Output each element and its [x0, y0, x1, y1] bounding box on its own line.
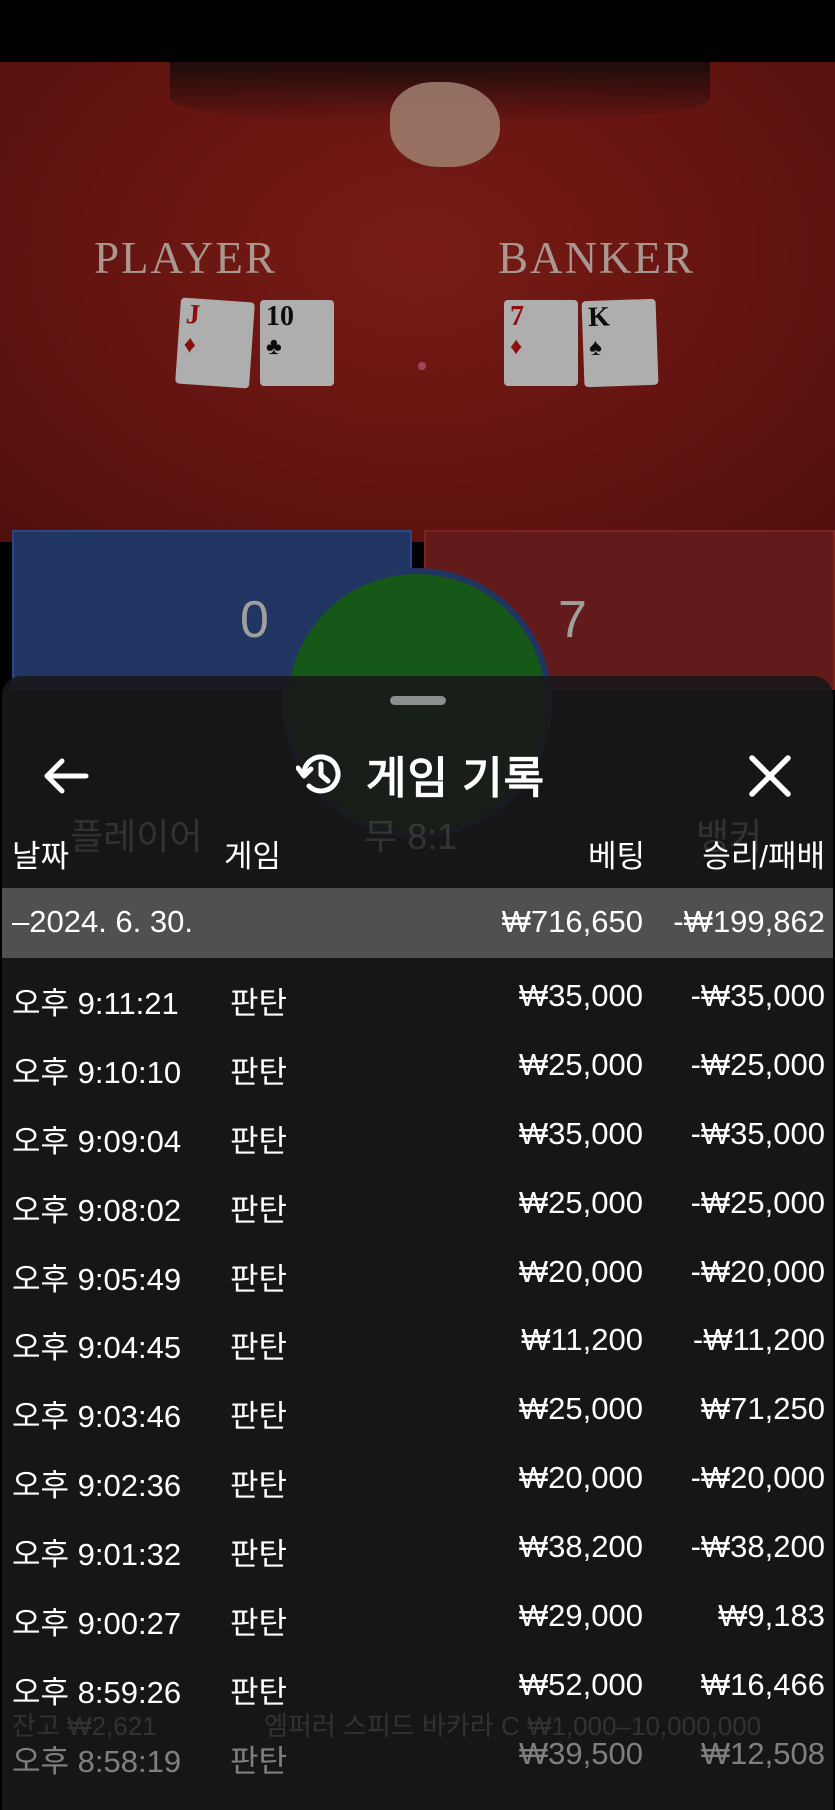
date-summary-row[interactable]: –2024. 6. 30. ₩716,650 -₩199,862	[2, 888, 833, 958]
row-win-loss: -₩20,000	[690, 1253, 825, 1289]
summary-bet-total: ₩716,650	[501, 904, 643, 939]
history-list: 오후 9:11:21 판탄 ₩35,000 -₩35,000 오후 9:10:10 판탄 ₩…	[2, 958, 833, 1785]
summary-win-loss-total: -₩199,862	[673, 904, 825, 939]
row-time: 오후 9:02:36	[12, 1468, 182, 1504]
row-time: 오후 9:00:27	[12, 1606, 182, 1642]
history-row[interactable]: 오후 8:59:26 판탄 ₩52,000 ₩16,466	[2, 1647, 833, 1716]
sheet-header: 게임 기록	[2, 726, 833, 830]
row-win-loss: ₩12,508	[700, 1735, 825, 1771]
row-win-loss: ₩9,183	[718, 1598, 825, 1634]
row-time: 오후 9:03:46	[12, 1399, 182, 1435]
row-win-loss: -₩11,200	[692, 1322, 825, 1358]
row-game: 판탄	[230, 1468, 288, 1504]
row-bet: ₩25,000	[518, 1391, 643, 1427]
history-row[interactable]: 오후 9:04:45 판탄 ₩11,200 -₩11,200	[2, 1302, 833, 1371]
row-time: 오후 9:08:02	[12, 1192, 182, 1228]
row-time: 오후 9:04:45	[12, 1330, 182, 1366]
row-win-loss: -₩38,200	[690, 1529, 825, 1565]
column-header-date: 날짜	[12, 839, 70, 874]
row-game: 판탄	[230, 1743, 288, 1779]
history-row[interactable]: 오후 9:05:49 판탄 ₩20,000 -₩20,000	[2, 1234, 833, 1303]
row-game: 판탄	[230, 1054, 288, 1090]
row-bet: ₩35,000	[518, 1115, 643, 1151]
row-game: 판탄	[230, 1261, 288, 1297]
row-time: 오후 9:09:04	[12, 1123, 182, 1159]
row-bet: ₩35,000	[518, 978, 643, 1013]
history-row[interactable]: 오후 9:02:36 판탄 ₩20,000 -₩20,000	[2, 1440, 833, 1509]
game-history-sheet: 플레이어 무 8:1 뱅커 잔고 ₩2,621 엠퍼러 스피드 바카라 C ₩1…	[2, 676, 833, 1810]
history-row[interactable]: 오후 9:08:02 판탄 ₩25,000 -₩25,000	[2, 1165, 833, 1234]
close-icon	[749, 755, 791, 797]
row-bet: ₩52,000	[518, 1666, 643, 1702]
history-icon	[296, 754, 341, 794]
row-time: 오후 8:59:26	[12, 1674, 182, 1710]
row-bet: ₩20,000	[518, 1253, 643, 1289]
row-bet: ₩29,000	[518, 1598, 643, 1634]
history-row[interactable]: 오후 9:09:04 판탄 ₩35,000 -₩35,000	[2, 1096, 833, 1165]
row-win-loss: -₩35,000	[690, 978, 825, 1013]
row-game: 판탄	[230, 1606, 288, 1642]
row-time: 오후 9:01:32	[12, 1537, 182, 1573]
row-bet: ₩11,200	[521, 1322, 643, 1358]
row-time: 오후 8:58:19	[12, 1743, 182, 1779]
history-row[interactable]: 오후 9:10:10 판탄 ₩25,000 -₩25,000	[2, 1027, 833, 1096]
row-win-loss: ₩16,466	[700, 1666, 825, 1702]
row-game: 판탄	[230, 1399, 288, 1435]
back-button[interactable]	[36, 750, 96, 802]
row-bet: ₩25,000	[518, 1046, 643, 1082]
row-game: 판탄	[230, 1537, 288, 1573]
history-row[interactable]: 오후 9:01:32 판탄 ₩38,200 -₩38,200	[2, 1509, 833, 1578]
history-row[interactable]: 오후 9:03:46 판탄 ₩25,000 ₩71,250	[2, 1371, 833, 1440]
history-row[interactable]: 오후 9:00:27 판탄 ₩29,000 ₩9,183	[2, 1578, 833, 1647]
summary-date: –2024. 6. 30.	[12, 904, 193, 939]
row-game: 판탄	[230, 1330, 288, 1366]
column-header-win-loss: 승리/패배	[702, 839, 825, 874]
row-bet: ₩39,500	[518, 1735, 643, 1771]
history-row[interactable]: 오후 9:11:21 판탄 ₩35,000 -₩35,000	[2, 958, 833, 1027]
row-win-loss: ₩71,250	[700, 1391, 825, 1427]
row-win-loss: -₩25,000	[690, 1046, 825, 1082]
row-win-loss: -₩25,000	[690, 1184, 825, 1220]
row-win-loss: -₩20,000	[690, 1460, 825, 1496]
arrow-left-icon	[44, 758, 89, 794]
history-row[interactable]: 오후 8:58:19 판탄 ₩39,500 ₩12,508	[2, 1716, 833, 1785]
sheet-title: 게임 기록	[366, 754, 546, 803]
row-win-loss: -₩35,000	[690, 1115, 825, 1151]
row-bet: ₩38,200	[518, 1529, 643, 1565]
column-header-bet: 베팅	[587, 839, 645, 874]
row-game: 판탄	[230, 986, 288, 1021]
column-header-game: 게임	[224, 839, 282, 874]
row-bet: ₩20,000	[518, 1460, 643, 1496]
row-time: 오후 9:11:21	[12, 986, 179, 1021]
row-game: 판탄	[230, 1192, 288, 1228]
row-time: 오후 9:10:10	[12, 1054, 182, 1090]
close-button[interactable]	[740, 748, 800, 804]
sheet-title-group: 게임 기록	[296, 744, 545, 804]
row-bet: ₩25,000	[518, 1184, 643, 1220]
row-game: 판탄	[230, 1123, 288, 1159]
row-time: 오후 9:05:49	[12, 1261, 182, 1297]
row-game: 판탄	[230, 1674, 288, 1710]
sheet-drag-handle[interactable]	[390, 696, 446, 705]
